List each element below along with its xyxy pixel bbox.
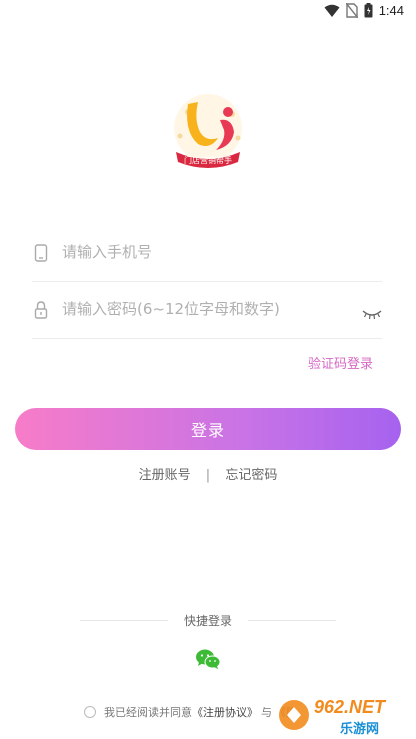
lock-icon — [34, 301, 48, 319]
forgot-password-link[interactable]: 忘记密码 — [225, 464, 277, 483]
password-input[interactable]: 请输入密码(6~12位字母和数字) — [62, 298, 280, 319]
status-bar: 1:44 — [0, 0, 416, 24]
battery-icon — [364, 3, 373, 18]
password-field[interactable]: 请输入密码(6~12位字母和数字) — [32, 283, 382, 339]
eye-closed-icon[interactable] — [362, 307, 382, 321]
register-link[interactable]: 注册账号 — [139, 464, 191, 483]
wifi-icon — [324, 4, 340, 17]
register-agreement-link[interactable]: 《注册协议》 — [192, 704, 258, 720]
sms-login-link[interactable]: 验证码登录 — [308, 353, 373, 372]
app-logo: 门店营销帮手 — [166, 92, 250, 172]
divider-line-right — [248, 620, 336, 621]
agreement-row: 我已经阅读并同意 《注册协议》 与 《隐 — [84, 704, 297, 720]
status-time: 1:44 — [378, 3, 404, 18]
wechat-icon[interactable] — [195, 648, 221, 670]
agreement-and: 与 — [261, 706, 272, 719]
no-sim-icon — [345, 3, 358, 18]
watermark-text: 962.NET — [314, 697, 386, 717]
agreement-prefix: 我已经阅读并同意 — [104, 706, 192, 719]
phone-icon — [34, 244, 48, 262]
site-watermark: 962.NET 乐游网 — [278, 695, 410, 737]
logo-text: 门店营销帮手 — [184, 156, 232, 165]
watermark-subtext: 乐游网 — [340, 722, 380, 737]
quick-login-divider: 快捷登录 — [80, 612, 336, 630]
phone-field[interactable]: 请输入手机号 — [32, 226, 382, 282]
account-links: 注册账号 | 忘记密码 — [0, 464, 416, 483]
link-separator: | — [205, 468, 211, 483]
phone-input[interactable]: 请输入手机号 — [62, 241, 152, 262]
agree-checkbox[interactable] — [84, 706, 96, 718]
login-button[interactable]: 登录 — [15, 408, 401, 450]
